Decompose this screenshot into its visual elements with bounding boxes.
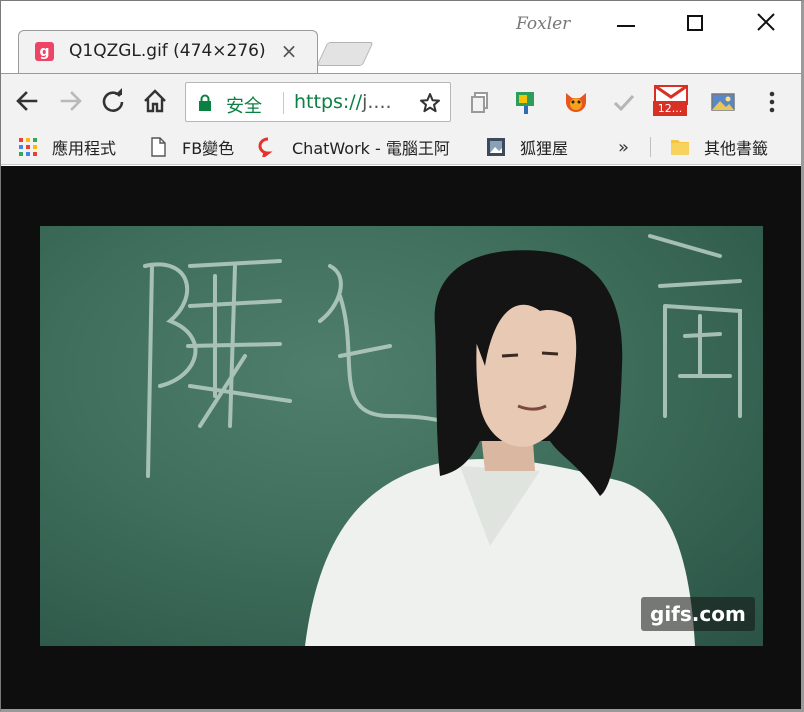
toolbar: 安全 https://j.... 12... — [0, 73, 804, 129]
browser-menu-button[interactable] — [760, 88, 784, 116]
copy-icon — [471, 92, 488, 113]
browser-window: g Q1QZGL.gif (474×276) × Foxler 安全 https… — [0, 0, 804, 712]
gif-image: gifs.com — [40, 226, 763, 646]
arrow-left-icon — [16, 91, 38, 111]
window-close-button[interactable] — [746, 6, 786, 40]
photo-icon — [711, 93, 735, 111]
gmail-unread-badge: 12... — [653, 101, 687, 116]
page-icon — [151, 137, 166, 157]
back-button[interactable] — [12, 86, 42, 116]
check-icon — [613, 94, 635, 112]
extension-check-button[interactable] — [610, 88, 638, 116]
url-text: https://j.... — [294, 91, 392, 113]
bookmarks-overflow-button[interactable]: » — [618, 135, 629, 159]
tab-favicon-icon: g — [35, 42, 54, 61]
vertical-dots-icon — [769, 91, 775, 113]
extension-copy-button[interactable] — [466, 88, 494, 116]
omnibox-divider — [283, 92, 284, 114]
url-path: j.... — [362, 91, 392, 113]
bookmark-fb[interactable]: FB變色 — [148, 135, 234, 159]
bookmark-fox[interactable]: 狐狸屋 — [486, 135, 568, 159]
bookmark-fb-label: FB變色 — [182, 139, 235, 158]
window-minimize-button[interactable] — [606, 6, 646, 40]
forward-button[interactable] — [56, 86, 86, 116]
home-icon — [144, 89, 166, 113]
window-maximize-button[interactable] — [676, 6, 716, 40]
tab-title: Q1QZGL.gif (474×276) — [69, 41, 266, 61]
close-icon — [757, 13, 775, 31]
bookmark-other-folder[interactable]: 其他書籤 — [670, 135, 768, 159]
bookmark-fox-label: 狐狸屋 — [520, 139, 569, 158]
tab-close-button[interactable]: × — [277, 39, 301, 63]
extension-gem-button[interactable] — [512, 88, 540, 116]
bookmarks-divider — [650, 137, 651, 157]
apps-grid-icon — [19, 138, 37, 156]
folder-icon — [671, 140, 689, 155]
image-file-icon — [487, 138, 505, 156]
page-content: gifs.com — [0, 166, 804, 712]
home-button[interactable] — [140, 86, 170, 116]
bookmark-other-label: 其他書籤 — [704, 139, 769, 158]
extension-gmail-button[interactable]: 12... — [653, 84, 689, 120]
title-bar: g Q1QZGL.gif (474×276) × Foxler — [0, 0, 804, 74]
bookmarks-bar: 應用程式 FB變色 ChatWork - 電腦王阿 狐狸屋 » 其他書籤 — [0, 129, 804, 165]
extension-photo-button[interactable] — [709, 88, 737, 116]
bookmark-apps[interactable]: 應用程式 — [18, 135, 116, 159]
gem-icon — [516, 92, 534, 114]
reload-button[interactable] — [98, 86, 128, 116]
arrow-right-icon — [60, 91, 82, 111]
extension-fox-button[interactable] — [562, 88, 590, 116]
secure-label: 安全 — [226, 96, 262, 117]
person-figure — [305, 250, 695, 646]
fox-icon — [566, 93, 586, 112]
gifs-watermark: gifs.com — [641, 597, 755, 631]
bookmark-chatwork[interactable]: ChatWork - 電腦王阿 — [258, 135, 450, 159]
address-bar[interactable]: 安全 https://j.... — [185, 82, 451, 122]
star-icon[interactable] — [418, 91, 442, 115]
tab-active[interactable]: g Q1QZGL.gif (474×276) × — [18, 30, 318, 74]
chatwork-icon — [258, 137, 273, 157]
reload-icon — [102, 88, 124, 112]
lock-icon — [199, 94, 211, 111]
window-app-name: Foxler — [516, 14, 571, 34]
bookmark-apps-label: 應用程式 — [52, 139, 117, 158]
url-scheme: https:// — [294, 91, 363, 113]
new-tab-button[interactable] — [316, 42, 374, 66]
bookmark-chatwork-label: ChatWork - 電腦王阿 — [292, 139, 450, 158]
